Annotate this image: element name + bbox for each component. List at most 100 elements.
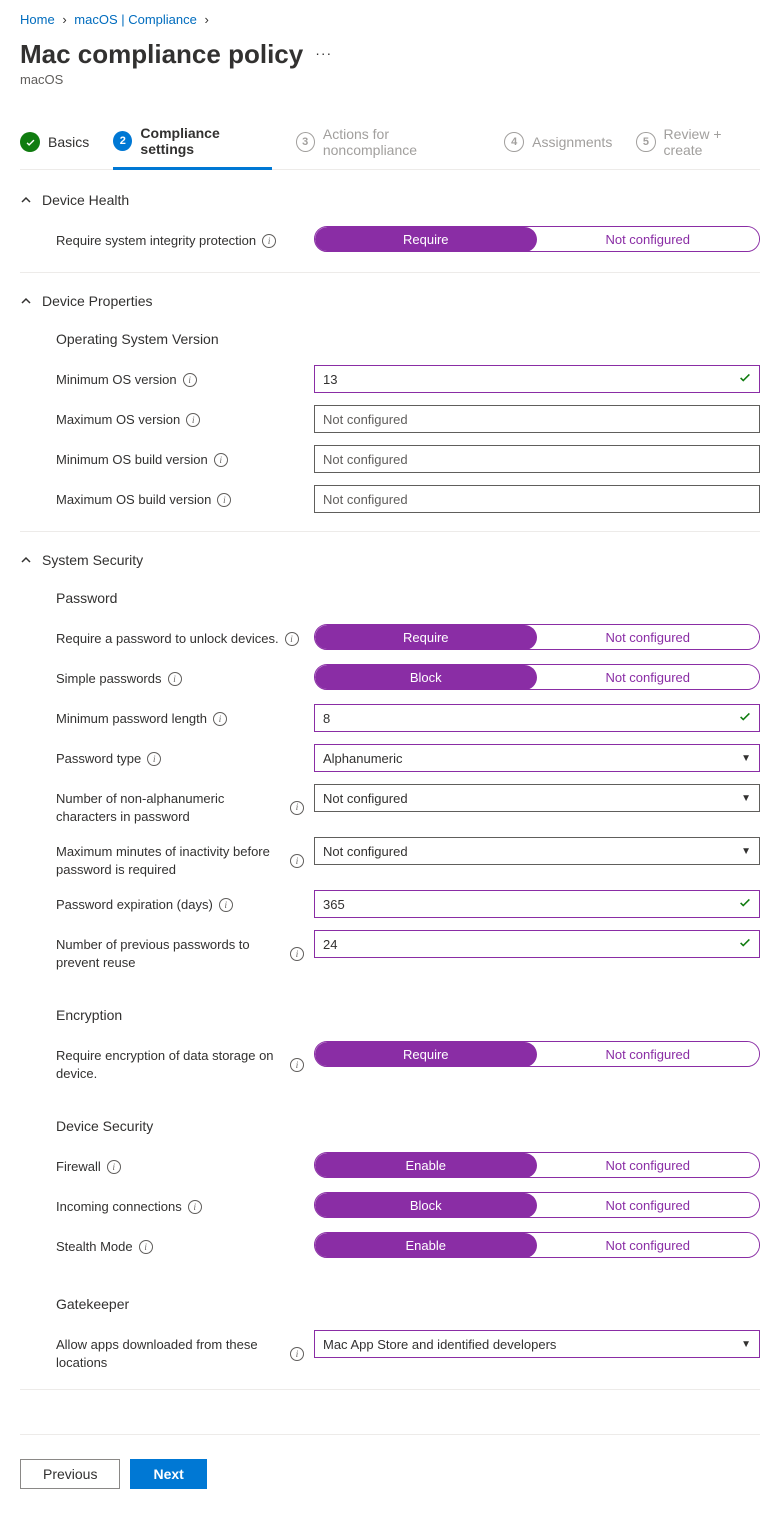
label-max-inactivity: Maximum minutes of inactivity before pas… — [56, 843, 284, 878]
chevron-down-icon: ▼ — [741, 1339, 751, 1350]
select-password-type[interactable]: Alphanumeric ▼ — [314, 744, 760, 772]
checkmark-icon — [738, 936, 752, 953]
toggle-option-require[interactable]: Require — [315, 1042, 538, 1067]
page-subtitle: macOS — [20, 72, 760, 87]
toggle-option-enable[interactable]: Enable — [315, 1233, 538, 1258]
section-title: Device Properties — [42, 293, 153, 309]
info-icon[interactable]: i — [107, 1160, 121, 1174]
info-icon[interactable]: i — [188, 1200, 202, 1214]
label-require-sip: Require system integrity protection — [56, 232, 256, 250]
toggle-option-not-configured[interactable]: Not configured — [537, 1042, 760, 1066]
toggle-option-not-configured[interactable]: Not configured — [537, 1193, 760, 1217]
info-icon[interactable]: i — [213, 712, 227, 726]
info-icon[interactable]: i — [285, 632, 299, 646]
next-button[interactable]: Next — [130, 1459, 206, 1489]
toggle-option-not-configured[interactable]: Not configured — [537, 1153, 760, 1177]
toggle-option-require[interactable]: Require — [315, 625, 538, 650]
toggle-firewall[interactable]: Enable Not configured — [314, 1152, 760, 1178]
info-icon[interactable]: i — [139, 1240, 153, 1254]
section-title: Device Health — [42, 192, 129, 208]
info-icon[interactable]: i — [217, 493, 231, 507]
label-nonalpha-chars: Number of non-alphanumeric characters in… — [56, 790, 284, 825]
chevron-right-icon: › — [205, 12, 209, 27]
info-icon[interactable]: i — [290, 854, 304, 868]
input-max-build[interactable] — [314, 485, 760, 513]
input-min-build[interactable] — [314, 445, 760, 473]
select-value: Not configured — [323, 791, 408, 806]
section-device-health-toggle[interactable]: Device Health — [20, 184, 760, 220]
label-require-encryption: Require encryption of data storage on de… — [56, 1047, 284, 1082]
more-actions-icon[interactable]: ··· — [315, 45, 332, 61]
label-password-type: Password type — [56, 750, 141, 768]
label-incoming-connections: Incoming connections — [56, 1198, 182, 1216]
subsection-gatekeeper: Gatekeeper — [20, 1266, 760, 1324]
input-password-expiration[interactable] — [314, 890, 760, 918]
info-icon[interactable]: i — [186, 413, 200, 427]
section-title: System Security — [42, 552, 143, 568]
section-device-properties-toggle[interactable]: Device Properties — [20, 285, 760, 321]
toggle-require-password[interactable]: Require Not configured — [314, 624, 760, 650]
label-previous-passwords: Number of previous passwords to prevent … — [56, 936, 284, 971]
label-allow-apps: Allow apps downloaded from these locatio… — [56, 1336, 284, 1371]
tab-basics[interactable]: Basics — [20, 122, 89, 162]
info-icon[interactable]: i — [147, 752, 161, 766]
toggle-incoming-connections[interactable]: Block Not configured — [314, 1192, 760, 1218]
breadcrumb-home[interactable]: Home — [20, 12, 55, 27]
toggle-option-not-configured[interactable]: Not configured — [537, 227, 760, 251]
toggle-option-block[interactable]: Block — [315, 665, 538, 690]
label-require-password: Require a password to unlock devices. — [56, 630, 279, 648]
info-icon[interactable]: i — [168, 672, 182, 686]
select-max-inactivity[interactable]: Not configured ▼ — [314, 837, 760, 865]
tab-actions-noncompliance[interactable]: 3 Actions for noncompliance — [296, 116, 481, 168]
tab-label: Assignments — [532, 134, 612, 150]
label-min-build: Minimum OS build version — [56, 451, 208, 469]
select-value: Mac App Store and identified developers — [323, 1337, 556, 1352]
wizard-tabs: Basics 2 Compliance settings 3 Actions f… — [20, 115, 760, 170]
select-value: Not configured — [323, 844, 408, 859]
input-min-os[interactable] — [314, 365, 760, 393]
toggle-option-not-configured[interactable]: Not configured — [537, 665, 760, 689]
toggle-simple-passwords[interactable]: Block Not configured — [314, 664, 760, 690]
tab-review-create[interactable]: 5 Review + create — [636, 116, 760, 168]
chevron-up-icon — [20, 554, 32, 566]
info-icon[interactable]: i — [183, 373, 197, 387]
toggle-require-sip[interactable]: Require Not configured — [314, 226, 760, 252]
input-previous-passwords[interactable] — [314, 930, 760, 958]
label-password-expiration: Password expiration (days) — [56, 896, 213, 914]
input-max-os[interactable] — [314, 405, 760, 433]
label-min-password-length: Minimum password length — [56, 710, 207, 728]
label-firewall: Firewall — [56, 1158, 101, 1176]
chevron-down-icon: ▼ — [741, 846, 751, 857]
info-icon[interactable]: i — [290, 947, 304, 961]
toggle-stealth-mode[interactable]: Enable Not configured — [314, 1232, 760, 1258]
breadcrumb-macos-compliance[interactable]: macOS | Compliance — [74, 12, 197, 27]
info-icon[interactable]: i — [214, 453, 228, 467]
tab-label: Compliance settings — [140, 125, 271, 157]
toggle-option-not-configured[interactable]: Not configured — [537, 1233, 760, 1257]
input-min-password-length[interactable] — [314, 704, 760, 732]
info-icon[interactable]: i — [290, 1058, 304, 1072]
section-system-security-toggle[interactable]: System Security — [20, 544, 760, 580]
subsection-password: Password — [20, 580, 760, 618]
info-icon[interactable]: i — [290, 801, 304, 815]
toggle-option-block[interactable]: Block — [315, 1193, 538, 1218]
chevron-down-icon: ▼ — [741, 753, 751, 764]
select-allow-apps[interactable]: Mac App Store and identified developers … — [314, 1330, 760, 1358]
info-icon[interactable]: i — [262, 234, 276, 248]
toggle-require-encryption[interactable]: Require Not configured — [314, 1041, 760, 1067]
toggle-option-not-configured[interactable]: Not configured — [537, 625, 760, 649]
label-min-os: Minimum OS version — [56, 371, 177, 389]
toggle-option-require[interactable]: Require — [315, 227, 538, 252]
tab-compliance-settings[interactable]: 2 Compliance settings — [113, 115, 271, 170]
previous-button[interactable]: Previous — [20, 1459, 120, 1489]
tab-label: Review + create — [664, 126, 760, 158]
tab-assignments[interactable]: 4 Assignments — [504, 122, 612, 162]
tab-label: Basics — [48, 134, 89, 150]
select-nonalpha-chars[interactable]: Not configured ▼ — [314, 784, 760, 812]
info-icon[interactable]: i — [219, 898, 233, 912]
select-value: Alphanumeric — [323, 751, 403, 766]
toggle-option-enable[interactable]: Enable — [315, 1153, 538, 1178]
label-simple-passwords: Simple passwords — [56, 670, 162, 688]
chevron-right-icon: › — [62, 12, 66, 27]
info-icon[interactable]: i — [290, 1347, 304, 1361]
